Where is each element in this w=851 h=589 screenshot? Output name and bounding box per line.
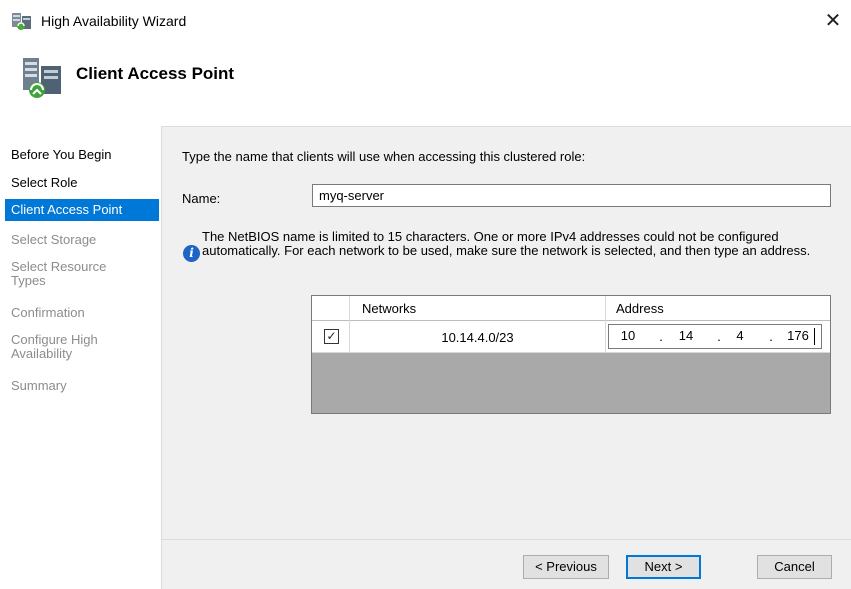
- close-button[interactable]: ✕: [816, 6, 850, 36]
- info-icon: i: [183, 245, 200, 262]
- nav-step-confirmation: Confirmation: [11, 305, 85, 320]
- ip-separator: .: [717, 329, 721, 344]
- nav-step-select-storage: Select Storage: [11, 232, 97, 247]
- column-header-networks[interactable]: Networks: [350, 296, 606, 321]
- ip-address-input[interactable]: 10 . 14 . 4 . 176: [608, 324, 822, 349]
- close-icon: ✕: [824, 10, 842, 32]
- network-checkbox[interactable]: ✓: [324, 329, 339, 344]
- table-row: ✓ 10.14.4.0/23 10 . 14 . 4 . 176: [312, 321, 830, 353]
- title-bar: High Availability Wizard ✕: [0, 0, 851, 44]
- wizard-footer: < Previous Next > Cancel: [162, 539, 851, 589]
- nav-step-select-resource-types: Select Resource Types: [11, 259, 107, 288]
- failover-cluster-icon: [12, 13, 31, 30]
- text-caret: [814, 328, 815, 345]
- row-select-cell: ✓: [312, 321, 350, 353]
- page-title: Client Access Point: [76, 64, 235, 83]
- name-label: Name:: [182, 191, 221, 206]
- network-cell: 10.14.4.0/23: [350, 321, 606, 353]
- grid-header: Networks Address: [312, 296, 830, 321]
- name-input[interactable]: [312, 184, 831, 207]
- ip-octet-3[interactable]: 4: [727, 325, 753, 348]
- instruction-text: Type the name that clients will use when…: [182, 149, 586, 164]
- nav-step-select-role[interactable]: Select Role: [5, 176, 159, 190]
- nav-step-summary: Summary: [11, 378, 67, 393]
- cancel-button[interactable]: Cancel: [757, 555, 832, 579]
- next-button[interactable]: Next >: [626, 555, 701, 579]
- grid-header-select: [312, 296, 350, 321]
- ip-octet-4[interactable]: 176: [783, 325, 813, 348]
- ip-octet-1[interactable]: 10: [615, 325, 641, 348]
- wizard-content: Type the name that clients will use when…: [161, 126, 851, 589]
- ip-octet-2[interactable]: 14: [673, 325, 699, 348]
- window-title: High Availability Wizard: [41, 13, 187, 29]
- nav-step-before-you-begin[interactable]: Before You Begin: [5, 148, 159, 162]
- previous-button[interactable]: < Previous: [523, 555, 609, 579]
- nav-step-client-access-point[interactable]: Client Access Point: [5, 199, 159, 221]
- column-header-address[interactable]: Address: [606, 296, 830, 321]
- ip-separator: .: [659, 329, 663, 344]
- networks-grid: Networks Address ✓ 10.14.4.0/23 10 . 14 …: [311, 295, 831, 414]
- info-message: The NetBIOS name is limited to 15 charac…: [202, 229, 811, 258]
- wizard-steps-nav: Before You Begin Select Role Client Acce…: [0, 126, 160, 589]
- ip-separator: .: [769, 329, 773, 344]
- nav-step-configure-high-availability: Configure High Availability: [11, 332, 98, 361]
- wizard-header: Client Access Point: [0, 44, 851, 120]
- client-access-point-icon: [23, 58, 61, 98]
